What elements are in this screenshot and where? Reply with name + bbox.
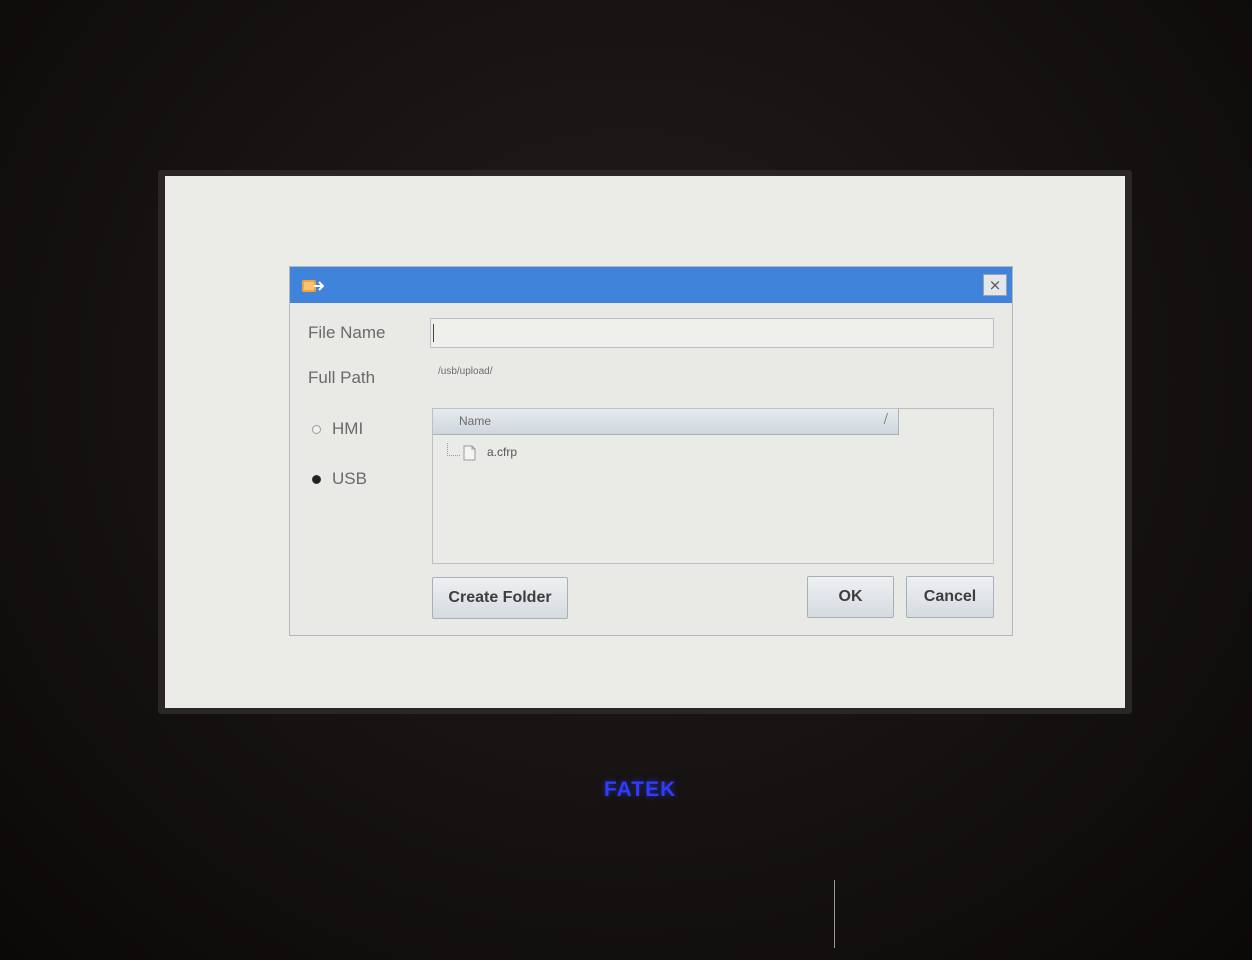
- file-save-dialog: × File Name Full Path /usb/upload/ HMI U…: [289, 266, 1013, 636]
- dialog-app-icon: [302, 280, 324, 292]
- file-list[interactable]: Name / a.cfrp: [432, 408, 994, 564]
- tree-connector: [447, 443, 460, 456]
- file-name-label: File Name: [308, 323, 386, 342]
- sort-indicator-icon: /: [883, 412, 888, 427]
- ok-button[interactable]: OK: [807, 576, 894, 618]
- cable: [834, 880, 835, 948]
- radio-usb-label: USB: [332, 469, 367, 488]
- brand-logo: FATEK: [604, 778, 677, 801]
- radio-unchecked-icon: [312, 425, 321, 434]
- hmi-screen: × File Name Full Path /usb/upload/ HMI U…: [165, 176, 1125, 708]
- file-icon: [463, 445, 476, 461]
- file-name-input[interactable]: [430, 318, 994, 348]
- column-header-label: Name: [459, 414, 492, 428]
- radio-checked-icon: [312, 475, 321, 484]
- text-caret: [433, 324, 434, 342]
- radio-hmi-label: HMI: [332, 419, 364, 438]
- full-path-value: /usb/upload/: [438, 366, 493, 377]
- column-header-name[interactable]: Name /: [433, 409, 899, 435]
- list-item[interactable]: a.cfrp: [443, 443, 743, 463]
- close-button[interactable]: ×: [983, 274, 1007, 296]
- hmi-device: × File Name Full Path /usb/upload/ HMI U…: [0, 0, 1252, 960]
- create-folder-button[interactable]: Create Folder: [432, 577, 568, 619]
- close-icon: ×: [988, 276, 1002, 294]
- cancel-button[interactable]: Cancel: [906, 576, 994, 618]
- list-item-label: a.cfrp: [487, 445, 518, 459]
- full-path-label: Full Path: [308, 368, 376, 387]
- dialog-titlebar: ×: [290, 267, 1012, 303]
